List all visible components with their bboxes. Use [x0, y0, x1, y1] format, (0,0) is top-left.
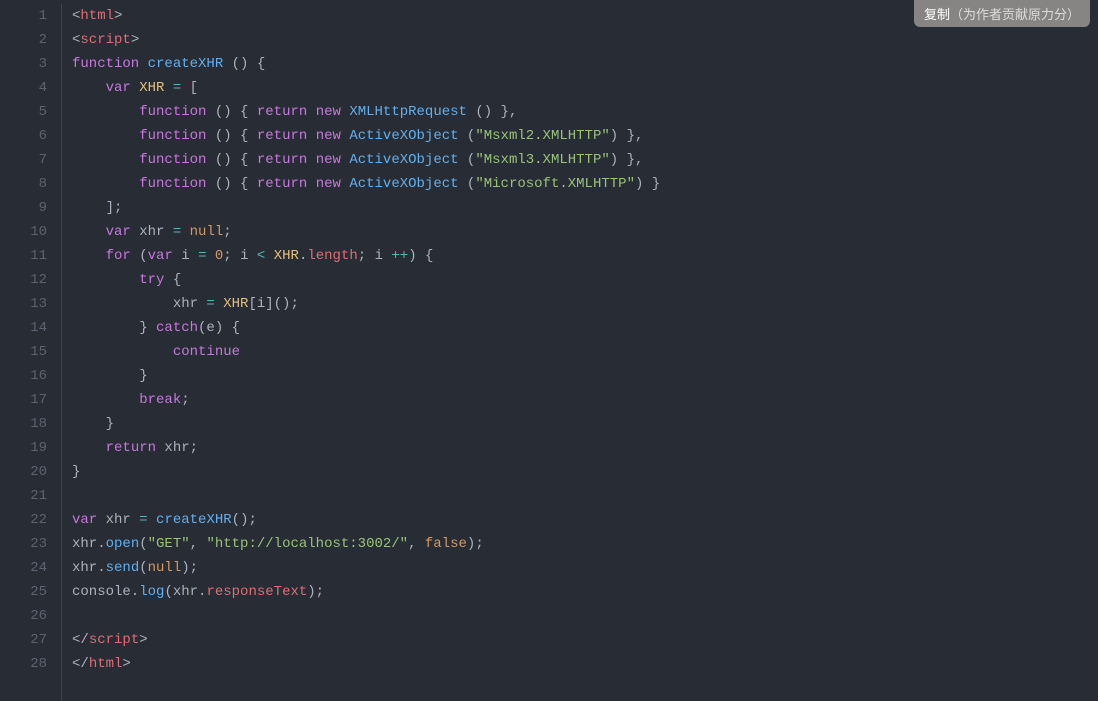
line-number: 28: [0, 652, 47, 676]
copy-button-sub: （为作者贡献原力分）: [950, 7, 1080, 22]
line-number: 7: [0, 148, 47, 172]
code-line: <script>: [72, 28, 1098, 52]
code-line: function () { return new XMLHttpRequest …: [72, 100, 1098, 124]
code-line: break;: [72, 388, 1098, 412]
code-line: continue: [72, 340, 1098, 364]
code-line: }: [72, 460, 1098, 484]
line-number: 18: [0, 412, 47, 436]
code-line: function createXHR () {: [72, 52, 1098, 76]
code-line: </html>: [72, 652, 1098, 676]
code-line: </script>: [72, 628, 1098, 652]
code-line: ];: [72, 196, 1098, 220]
line-number: 9: [0, 196, 47, 220]
line-number: 27: [0, 628, 47, 652]
line-number: 6: [0, 124, 47, 148]
code-line: for (var i = 0; i < XHR.length; i ++) {: [72, 244, 1098, 268]
copy-button[interactable]: 复制（为作者贡献原力分）: [914, 0, 1090, 27]
code-area[interactable]: <html><script>function createXHR () { va…: [62, 4, 1098, 701]
code-line: xhr = XHR[i]();: [72, 292, 1098, 316]
line-number: 22: [0, 508, 47, 532]
line-number: 3: [0, 52, 47, 76]
line-number: 10: [0, 220, 47, 244]
line-number: 5: [0, 100, 47, 124]
line-number: 2: [0, 28, 47, 52]
line-number: 4: [0, 76, 47, 100]
code-line: xhr.open("GET", "http://localhost:3002/"…: [72, 532, 1098, 556]
code-line: xhr.send(null);: [72, 556, 1098, 580]
code-line: function () { return new ActiveXObject (…: [72, 148, 1098, 172]
code-line: var xhr = null;: [72, 220, 1098, 244]
line-number: 23: [0, 532, 47, 556]
code-line: }: [72, 364, 1098, 388]
line-number: 26: [0, 604, 47, 628]
line-number: 1: [0, 4, 47, 28]
line-number: 11: [0, 244, 47, 268]
code-line: try {: [72, 268, 1098, 292]
code-line: [72, 484, 1098, 508]
code-line: } catch(e) {: [72, 316, 1098, 340]
line-number: 25: [0, 580, 47, 604]
line-number: 20: [0, 460, 47, 484]
line-number: 16: [0, 364, 47, 388]
line-number: 14: [0, 316, 47, 340]
code-line: var xhr = createXHR();: [72, 508, 1098, 532]
line-number: 12: [0, 268, 47, 292]
copy-button-main: 复制: [924, 7, 950, 22]
code-line: return xhr;: [72, 436, 1098, 460]
code-line: console.log(xhr.responseText);: [72, 580, 1098, 604]
line-number: 8: [0, 172, 47, 196]
line-number: 21: [0, 484, 47, 508]
code-line: function () { return new ActiveXObject (…: [72, 124, 1098, 148]
line-number: 24: [0, 556, 47, 580]
line-number: 13: [0, 292, 47, 316]
line-number: 15: [0, 340, 47, 364]
code-line: var XHR = [: [72, 76, 1098, 100]
line-number: 17: [0, 388, 47, 412]
code-line: function () { return new ActiveXObject (…: [72, 172, 1098, 196]
code-block: 1234567891011121314151617181920212223242…: [0, 0, 1098, 701]
code-line: }: [72, 412, 1098, 436]
code-line: [72, 604, 1098, 628]
line-number: 19: [0, 436, 47, 460]
line-number-gutter: 1234567891011121314151617181920212223242…: [0, 4, 62, 701]
